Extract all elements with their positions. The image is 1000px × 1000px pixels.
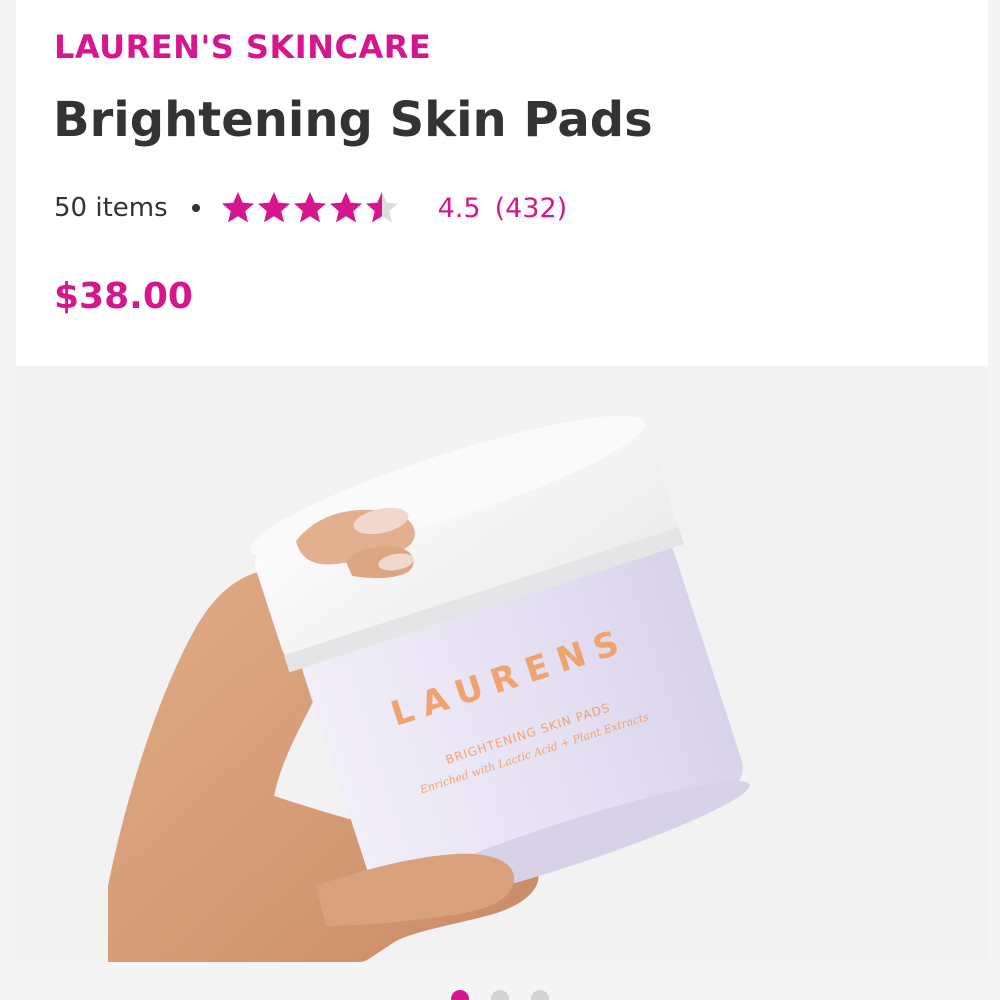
star-icon: [221, 192, 254, 223]
product-photo: LAURENS BRIGHTENING SKIN PADS Enriched w…: [108, 415, 750, 962]
rating-stars[interactable]: [220, 190, 400, 226]
product-page: LAUREN'S SKINCARE Brightening Skin Pads …: [0, 0, 1000, 1000]
review-count: (432): [494, 192, 568, 224]
product-price: $38.00: [54, 276, 193, 317]
carousel-dot[interactable]: [451, 990, 469, 1000]
product-meta: 50 items 4.5 (432): [54, 188, 567, 228]
product-info-card: LAUREN'S SKINCARE Brightening Skin Pads …: [16, 0, 988, 366]
rating-value: 4.5: [437, 192, 481, 224]
carousel-indicators: [0, 990, 1000, 1000]
product-image-gallery[interactable]: LAURENS BRIGHTENING SKIN PADS Enriched w…: [16, 366, 988, 962]
star-icon: [365, 192, 398, 223]
brand-link[interactable]: LAUREN'S SKINCARE: [54, 28, 431, 66]
carousel-dot[interactable]: [491, 990, 509, 1000]
item-count: 50 items: [54, 193, 168, 223]
product-title: Brightening Skin Pads: [53, 92, 653, 148]
star-icon: [257, 192, 290, 223]
separator-dot: [191, 204, 200, 212]
carousel-dot[interactable]: [531, 990, 549, 1000]
star-icon: [293, 192, 326, 223]
star-icon: [329, 192, 362, 223]
rating-summary[interactable]: 4.5 (432): [438, 193, 568, 224]
